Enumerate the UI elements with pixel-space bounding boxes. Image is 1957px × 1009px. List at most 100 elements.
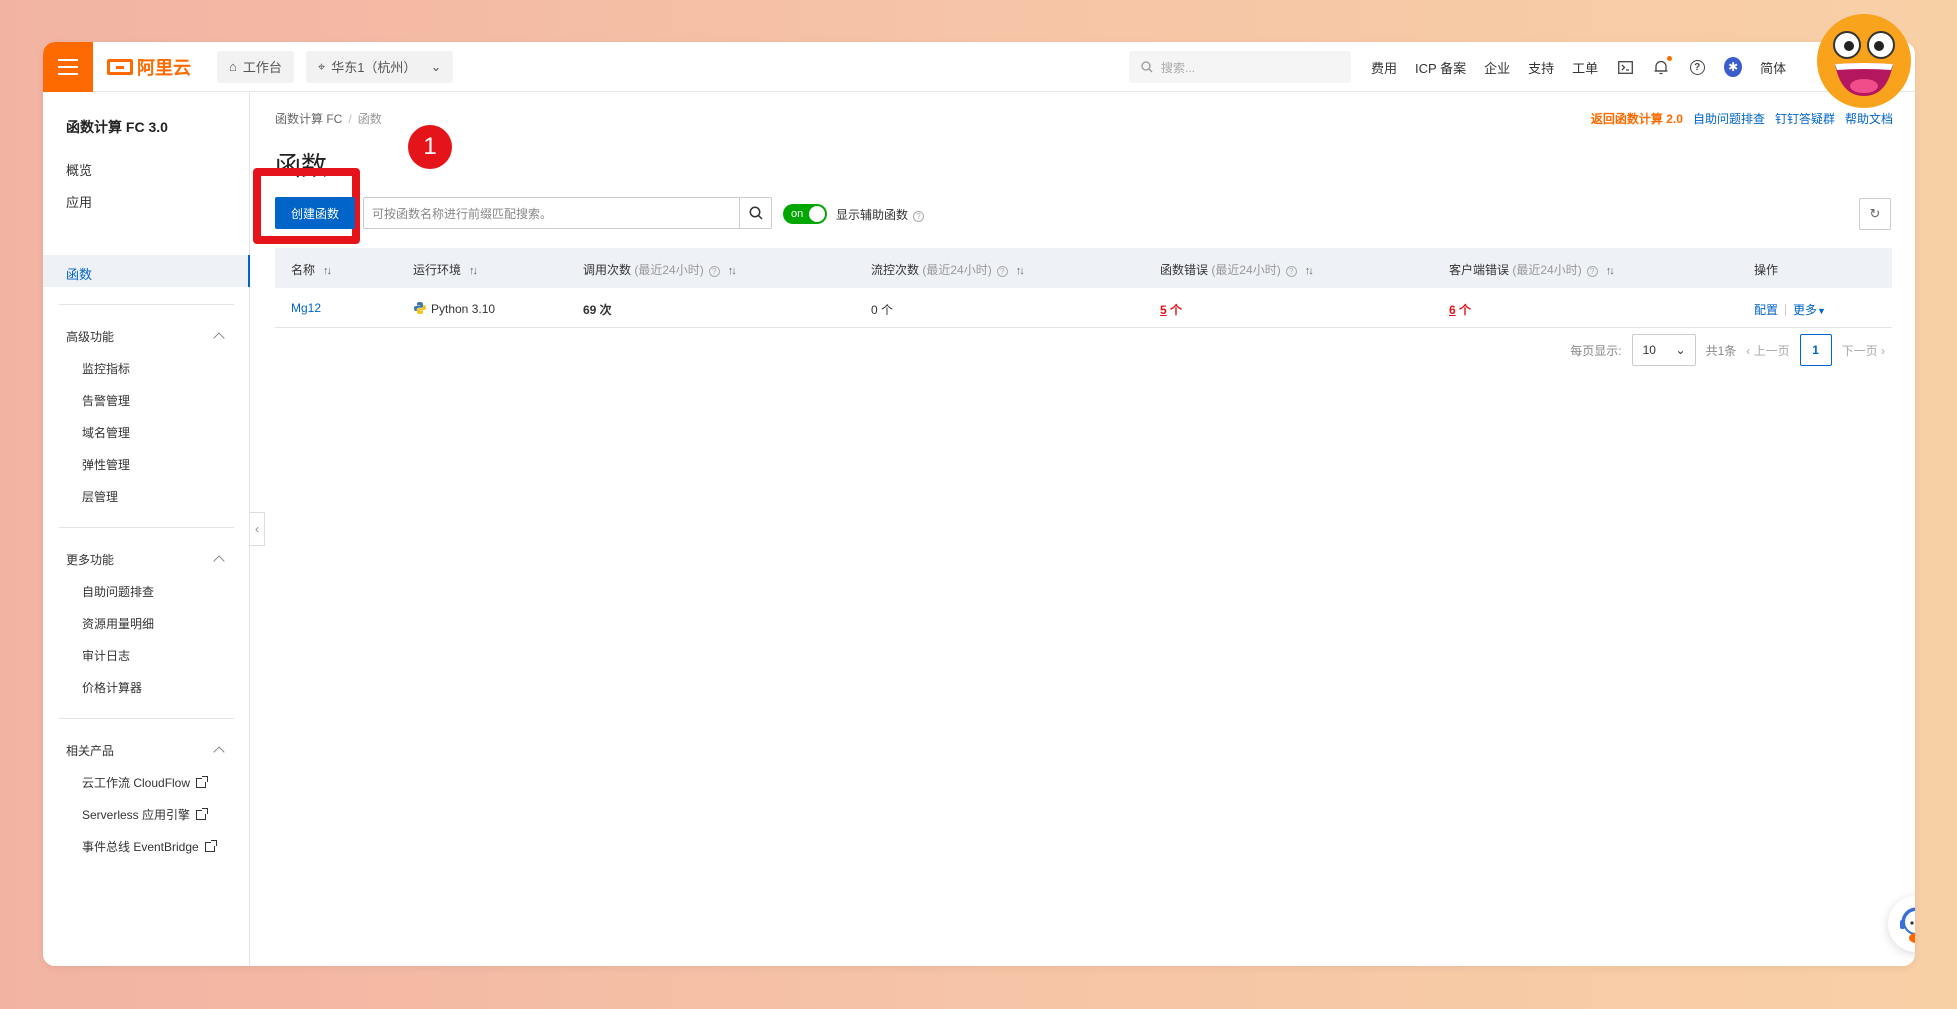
sidebar-item-functions[interactable]: 函数 (66, 264, 92, 283)
top-link-support[interactable]: 支持 (1528, 58, 1554, 77)
table-row: Mg12 Python 3.10 69 次 0 个 5 个 6 个 配置 更多▼ (275, 288, 1892, 328)
column-function-errors[interactable]: 函数错误 (最近24小时)? ↑↓ (1160, 261, 1314, 278)
help-icon[interactable]: ? (996, 266, 1008, 277)
external-link-icon (196, 776, 209, 788)
top-link-icp[interactable]: ICP 备案 (1415, 58, 1466, 77)
breadcrumb: 函数计算 FC / 函数 (275, 112, 382, 126)
show-auxiliary-toggle[interactable]: on (783, 204, 827, 224)
create-function-button[interactable]: 创建函数 (275, 197, 355, 229)
sidebar-item-cloudflow[interactable]: 云工作流 CloudFlow (82, 774, 209, 791)
sort-icon[interactable]: ↑↓ (1606, 265, 1615, 277)
sidebar-item-audit-log[interactable]: 审计日志 (82, 647, 130, 664)
toggle-knob (809, 206, 825, 222)
column-runtime[interactable]: 运行环境 ↑↓ (413, 261, 478, 278)
help-docs-link[interactable]: 帮助文档 (1845, 110, 1893, 127)
assistant-button[interactable] (1888, 896, 1915, 952)
sidebar-item-label: Serverless 应用引擎 (82, 808, 191, 822)
global-search-input[interactable]: 搜索... (1129, 51, 1351, 83)
terminal-icon[interactable] (1616, 58, 1634, 76)
top-link-ticket[interactable]: 工单 (1572, 58, 1598, 77)
back-to-fc2-link[interactable]: 返回函数计算 2.0 (1591, 110, 1683, 127)
sidebar-item-usage[interactable]: 资源用量明细 (82, 615, 154, 632)
language-switch[interactable]: 简体 (1760, 58, 1786, 77)
sidebar-group-advanced[interactable]: 高级功能 (66, 328, 114, 345)
column-invocations[interactable]: 调用次数 (最近24小时)? ↑↓ (583, 261, 737, 278)
column-note: (最近24小时) (1211, 263, 1281, 277)
chevron-up-icon[interactable] (213, 746, 225, 758)
breadcrumb-root[interactable]: 函数计算 FC (275, 112, 342, 126)
column-note: (最近24小时) (922, 263, 992, 277)
region-selector[interactable]: ⌖ 华东1（杭州） ⌄ (305, 50, 454, 83)
toggle-state-label: on (791, 208, 804, 220)
function-errors-link[interactable]: 5 个 (1160, 301, 1182, 318)
sidebar-group-more[interactable]: 更多功能 (66, 551, 114, 568)
next-page-button[interactable]: 下一页 › (1842, 342, 1885, 359)
sidebar-item-overview[interactable]: 概览 (66, 160, 92, 179)
prev-page-button[interactable]: ‹ 上一页 (1746, 342, 1789, 359)
bell-icon[interactable] (1652, 56, 1673, 76)
sort-icon[interactable]: ↑↓ (323, 265, 332, 277)
column-name[interactable]: 名称 ↑↓ (291, 261, 332, 278)
per-page-select[interactable]: 10 ⌄ (1631, 334, 1696, 366)
top-link-enterprise[interactable]: 企业 (1484, 58, 1510, 77)
aliyun-logo-icon (107, 58, 133, 75)
runtime-label: Python 3.10 (431, 302, 496, 316)
sidebar-item-price-calculator[interactable]: 价格计算器 (82, 679, 142, 696)
sort-icon[interactable]: ↑↓ (1305, 265, 1314, 277)
workbench-label: 工作台 (242, 60, 282, 75)
refresh-button[interactable]: ↻ (1859, 198, 1891, 230)
sort-icon[interactable]: ↑↓ (1016, 265, 1025, 277)
sort-icon[interactable]: ↑↓ (728, 265, 737, 277)
function-name-link[interactable]: Mg12 (291, 301, 321, 315)
sidebar-item-metrics[interactable]: 监控指标 (82, 360, 130, 377)
sidebar-item-sae[interactable]: Serverless 应用引擎 (82, 806, 209, 823)
sidebar-item-applications[interactable]: 应用 (66, 192, 92, 211)
aliyun-logo[interactable]: 阿里云 (107, 54, 191, 80)
more-dropdown[interactable]: 更多▼ (1793, 303, 1826, 317)
troubleshoot-link[interactable]: 自助问题排查 (1693, 110, 1765, 127)
sidebar-item-troubleshoot[interactable]: 自助问题排查 (82, 583, 154, 600)
function-errors-count: 5 (1160, 303, 1167, 317)
client-errors-link[interactable]: 6 个 (1449, 301, 1471, 318)
chevron-down-icon: ⌄ (430, 58, 442, 74)
user-avatar[interactable]: ✱ (1724, 57, 1743, 77)
column-throttles[interactable]: 流控次数 (最近24小时)? ↑↓ (871, 261, 1025, 278)
column-client-errors[interactable]: 客户端错误 (最近24小时)? ↑↓ (1449, 261, 1615, 278)
search-button[interactable] (739, 198, 771, 228)
sidebar-item-alerts[interactable]: 告警管理 (82, 392, 130, 409)
help-icon[interactable]: ? (1586, 266, 1598, 277)
table-header: 名称 ↑↓ 运行环境 ↑↓ 调用次数 (最近24小时)? ↑↓ 流控次数 (最近24小… (275, 248, 1892, 288)
dingtalk-group-link[interactable]: 钉钉答疑群 (1775, 110, 1835, 127)
chevron-up-icon[interactable] (213, 332, 225, 344)
workbench-button[interactable]: ⌂ 工作台 (217, 50, 294, 83)
help-icon[interactable]: ? (1285, 266, 1297, 277)
menu-icon[interactable] (43, 42, 93, 92)
sidebar-item-scaling[interactable]: 弹性管理 (82, 456, 130, 473)
sort-icon[interactable]: ↑↓ (469, 265, 478, 277)
sidebar-item-label: 事件总线 EventBridge (82, 840, 199, 854)
top-link-billing[interactable]: 费用 (1371, 58, 1397, 77)
next-page-label: 下一页 (1841, 343, 1878, 358)
external-link-icon (204, 840, 217, 852)
sidebar-item-layers[interactable]: 层管理 (82, 488, 118, 505)
chevron-up-icon[interactable] (213, 555, 225, 567)
function-errors-unit: 个 (1166, 303, 1183, 317)
sidebar-item-domains[interactable]: 域名管理 (82, 424, 130, 441)
sidebar-collapse-button[interactable]: ‹ (250, 512, 265, 546)
help-icon[interactable]: ? (1688, 58, 1706, 76)
invocations-cell: 69 次 (583, 303, 612, 317)
help-icon[interactable]: ? (913, 211, 925, 222)
help-icon[interactable]: ? (708, 266, 720, 277)
config-link[interactable]: 配置 (1754, 303, 1778, 317)
sidebar-group-related[interactable]: 相关产品 (66, 742, 114, 759)
prev-page-label: 上一页 (1753, 343, 1790, 358)
page-number-button[interactable]: 1 (1799, 334, 1832, 366)
sidebar-item-eventbridge[interactable]: 事件总线 EventBridge (82, 838, 217, 855)
python-icon (414, 302, 426, 314)
brand-name: 阿里云 (137, 57, 191, 78)
column-note: (最近24小时) (1512, 263, 1582, 277)
column-label: 调用次数 (583, 263, 632, 277)
breadcrumb-current: 函数 (357, 112, 382, 126)
function-search-input[interactable]: 可按函数名称进行前缀匹配搜索。 (363, 197, 772, 229)
per-page-value: 10 (1642, 343, 1656, 357)
